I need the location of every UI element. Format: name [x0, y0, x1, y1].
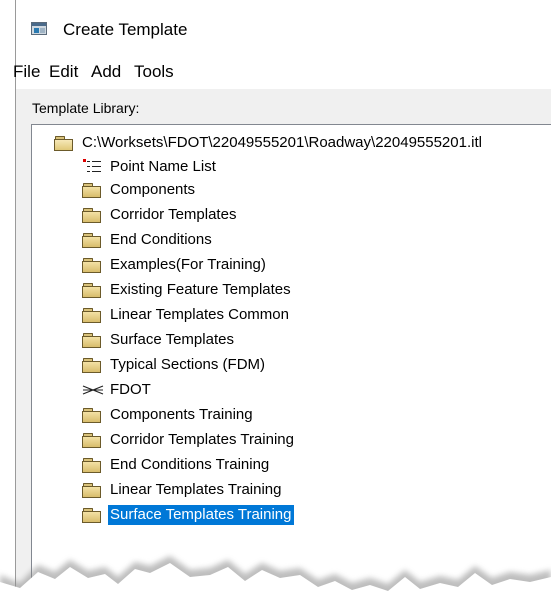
tree-item-surface-templates[interactable]: Surface Templates	[82, 329, 236, 351]
template-library-tree[interactable]: C:\Worksets\FDOT\22049555201\Roadway\220…	[31, 124, 551, 597]
tree-item-point-name-list[interactable]: Point Name List	[82, 156, 218, 178]
tree-item-label: Corridor Templates	[110, 206, 237, 223]
template-library-label: Template Library:	[32, 100, 140, 116]
tree-item-label: Linear Templates Common	[110, 306, 289, 323]
folder-icon	[82, 232, 102, 248]
menu-add[interactable]: Add	[91, 62, 121, 82]
template-icon	[82, 385, 104, 395]
tree-item-linear-templates-training[interactable]: Linear Templates Training	[82, 479, 284, 501]
folder-icon	[82, 332, 102, 348]
folder-icon	[82, 507, 102, 523]
tree-item-existing-feature-templates[interactable]: Existing Feature Templates	[82, 279, 293, 301]
tree-item-label: Existing Feature Templates	[110, 281, 291, 298]
tree-item-label: Surface Templates	[110, 331, 234, 348]
tree-item-label: End Conditions	[110, 231, 212, 248]
tree-root-item[interactable]: C:\Worksets\FDOT\22049555201\Roadway\220…	[54, 132, 484, 154]
tree-item-label: Components Training	[110, 406, 253, 423]
folder-icon	[82, 407, 102, 423]
folder-icon	[82, 182, 102, 198]
folder-icon	[82, 282, 102, 298]
folder-icon	[82, 207, 102, 223]
create-template-window: Create Template File Edit Add Tools Temp…	[13, 0, 551, 597]
tree-item-label: Surface Templates Training	[108, 505, 294, 525]
point-list-icon	[82, 159, 102, 175]
title-bar: Create Template	[16, 0, 551, 55]
tree-item-label: Point Name List	[110, 158, 216, 175]
window-title: Create Template	[63, 20, 188, 39]
app-window-icon	[31, 22, 47, 35]
tree-item-examples[interactable]: Examples(For Training)	[82, 254, 268, 276]
tree-root-path: C:\Worksets\FDOT\22049555201\Roadway\220…	[82, 134, 482, 151]
tree-item-label: Linear Templates Training	[110, 481, 282, 498]
tree-item-end-conditions[interactable]: End Conditions	[82, 229, 214, 251]
tree-item-typical-sections[interactable]: Typical Sections (FDM)	[82, 354, 267, 376]
open-folder-icon	[54, 135, 74, 151]
tree-item-label: Corridor Templates Training	[110, 431, 294, 448]
tree-item-label: End Conditions Training	[110, 456, 270, 473]
folder-icon	[82, 357, 102, 373]
tree-item-linear-templates-common[interactable]: Linear Templates Common	[82, 304, 291, 326]
menu-edit[interactable]: Edit	[49, 62, 78, 82]
menu-tools[interactable]: Tools	[134, 62, 174, 82]
tree-item-label: Examples(For Training)	[110, 256, 266, 273]
folder-icon	[82, 482, 102, 498]
folder-icon	[82, 432, 102, 448]
folder-icon	[82, 257, 102, 273]
tree-item-label: Typical Sections (FDM)	[110, 356, 266, 373]
folder-icon	[82, 307, 102, 323]
folder-icon	[82, 457, 102, 473]
tree-item-components-training[interactable]: Components Training	[82, 404, 255, 426]
tree-item-corridor-templates[interactable]: Corridor Templates	[82, 204, 238, 226]
tree-item-end-conditions-training[interactable]: End Conditions Training	[82, 454, 271, 476]
tree-item-label: FDOT	[110, 381, 151, 398]
menu-file[interactable]: File	[13, 62, 40, 82]
tree-item-components[interactable]: Components	[82, 179, 197, 201]
tree-item-corridor-templates-training[interactable]: Corridor Templates Training	[82, 429, 296, 451]
tree-item-surface-templates-training[interactable]: Surface Templates Training	[82, 504, 294, 526]
menu-bar: File Edit Add Tools	[13, 55, 551, 89]
tree-item-fdot[interactable]: FDOT	[82, 379, 153, 401]
tree-item-label: Components	[110, 181, 196, 198]
